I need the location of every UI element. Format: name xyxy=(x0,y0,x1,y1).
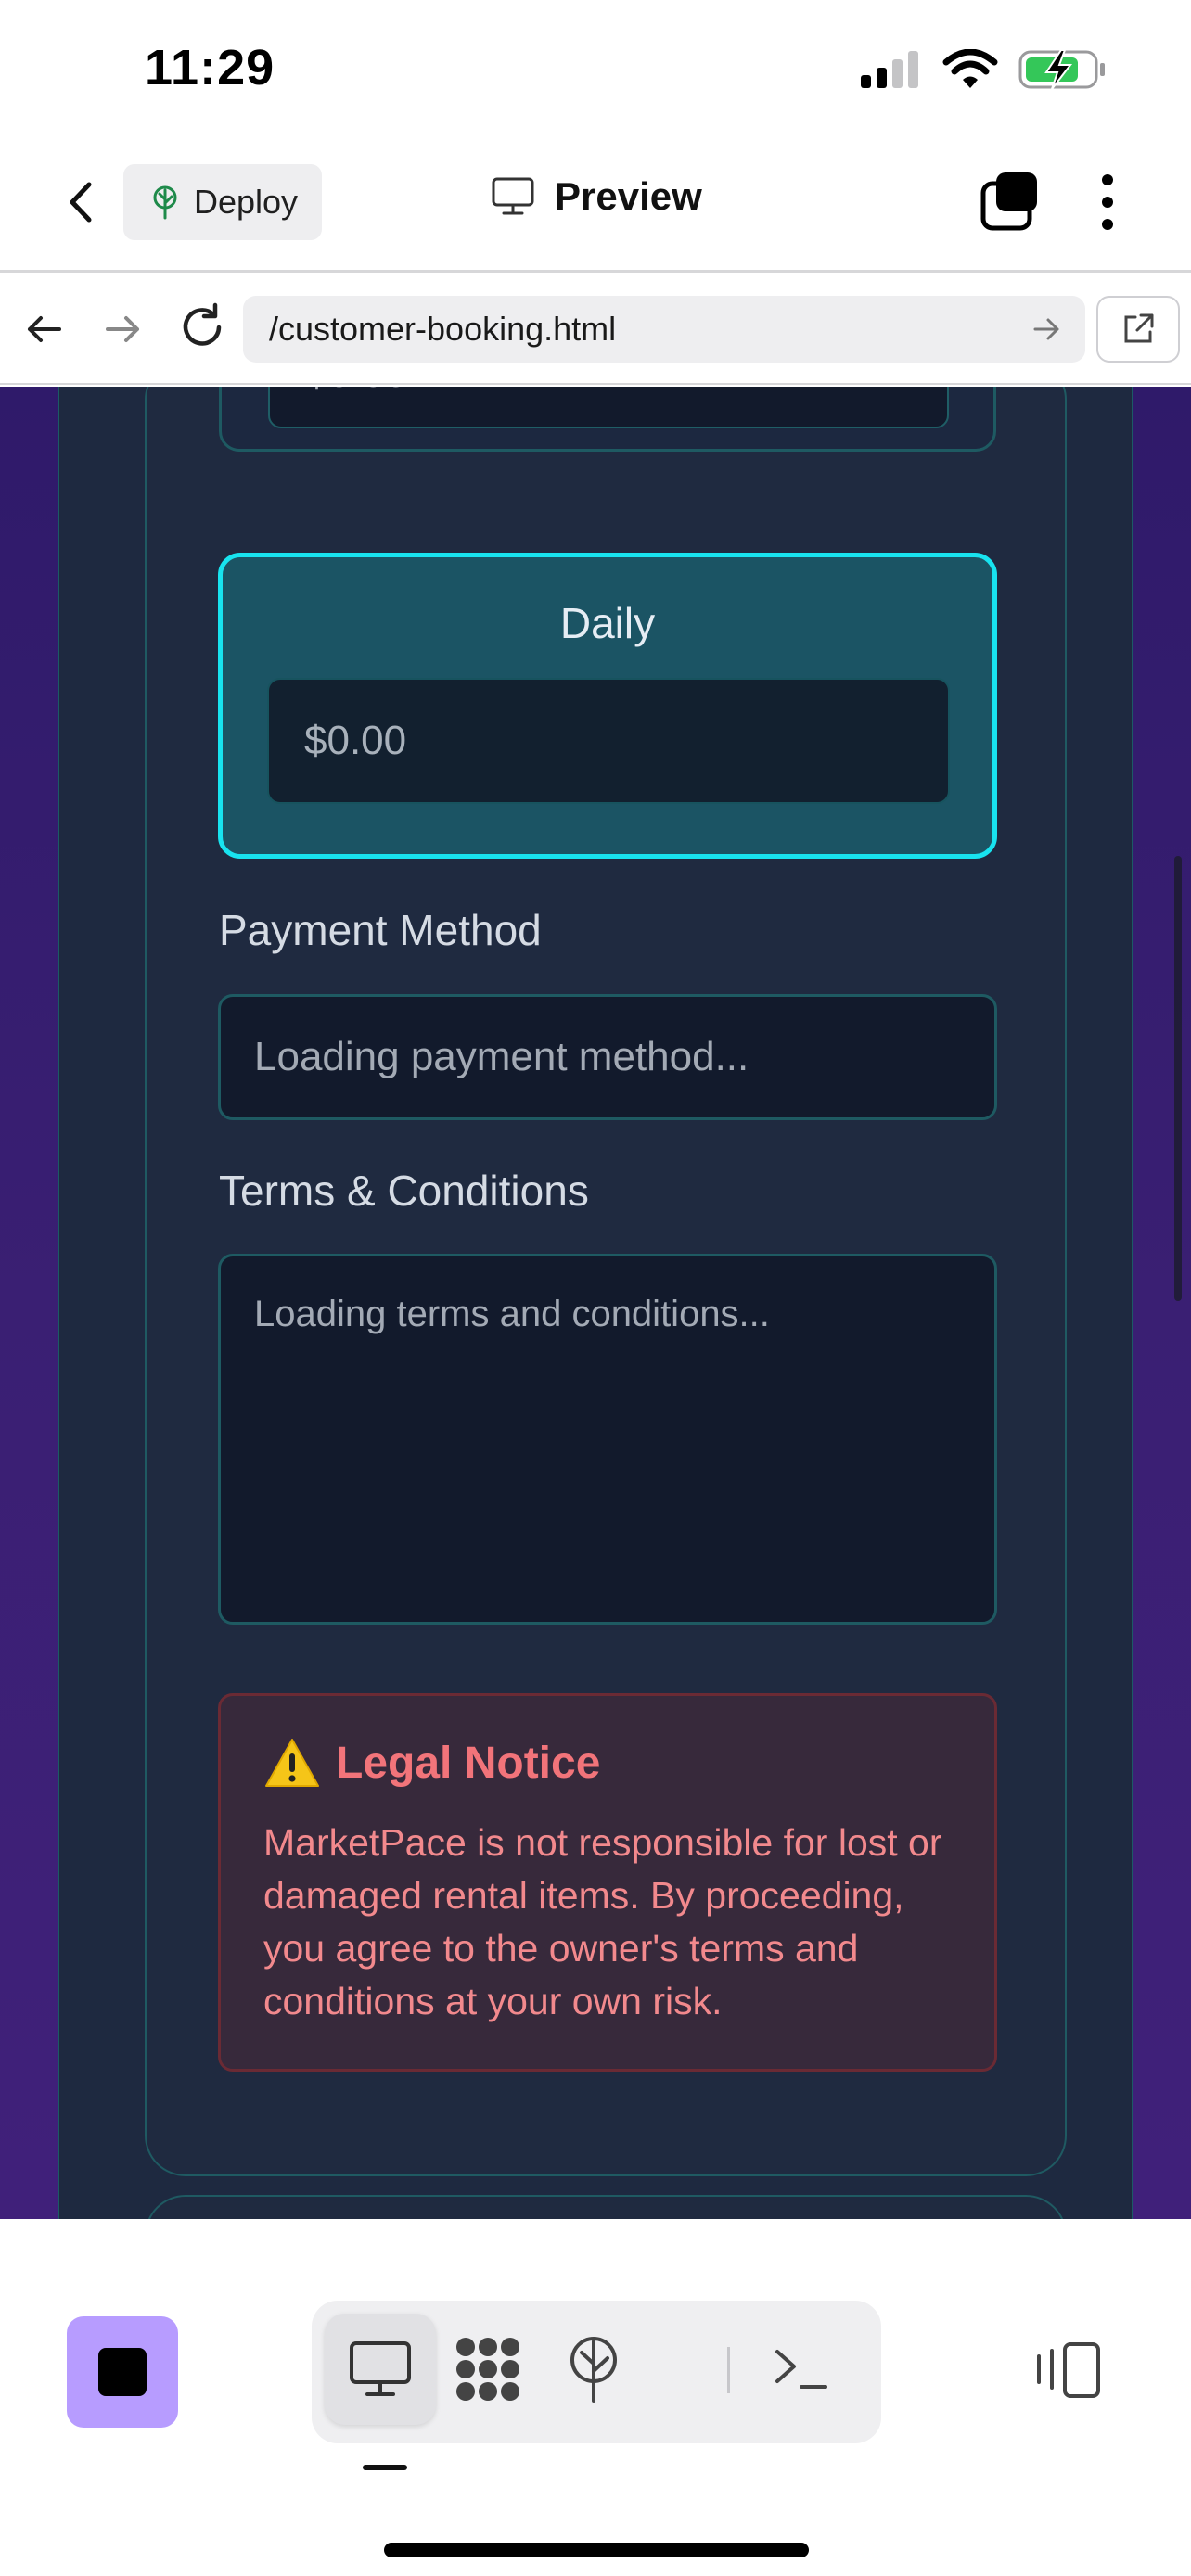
monitor-icon xyxy=(492,177,534,215)
preview-title: Preview xyxy=(492,174,702,219)
deploy-tab[interactable] xyxy=(538,2314,649,2425)
stop-button[interactable] xyxy=(67,2316,178,2428)
toolbar-divider xyxy=(727,2347,730,2393)
url-text: /customer-booking.html xyxy=(269,310,617,348)
terminal-icon xyxy=(775,2350,827,2389)
status-time: 11:29 xyxy=(145,40,275,96)
rate-price-input[interactable]: $0.00 xyxy=(268,387,949,428)
grid-tab[interactable] xyxy=(432,2314,544,2425)
payment-method-value: Loading payment method... xyxy=(254,1034,749,1079)
web-viewport: $0.00 Daily $0.00 Payment Method Loading… xyxy=(0,387,1191,2219)
deploy-button[interactable]: Deploy xyxy=(123,164,322,240)
battery-charging-icon xyxy=(1018,49,1105,90)
tabs-icon[interactable] xyxy=(980,171,1041,232)
payment-method-label: Payment Method xyxy=(219,906,542,954)
scrollbar-thumb[interactable] xyxy=(1174,856,1182,1301)
legal-notice-title: Legal Notice xyxy=(336,1738,601,1788)
go-arrow-icon[interactable] xyxy=(1028,311,1065,348)
status-icons xyxy=(861,46,1108,93)
open-external-button[interactable] xyxy=(1096,296,1180,363)
daily-price-value: $0.00 xyxy=(304,718,407,763)
rate-option-card[interactable]: $0.00 xyxy=(219,387,996,452)
app-header: Deploy Preview xyxy=(0,139,1191,273)
grid-dots-icon xyxy=(456,2338,519,2401)
layout-toggle-button[interactable] xyxy=(1035,2330,1104,2410)
deploy-icon xyxy=(570,2337,617,2403)
reload-icon[interactable] xyxy=(174,300,230,355)
desktop-icon xyxy=(350,2341,411,2396)
arrow-right-icon[interactable] xyxy=(96,303,148,355)
url-bar: /customer-booking.html xyxy=(0,275,1191,385)
deploy-label: Deploy xyxy=(194,183,299,221)
back-chevron-icon xyxy=(70,182,92,223)
terms-textarea[interactable]: Loading terms and conditions... xyxy=(218,1254,997,1625)
deploy-tree-icon xyxy=(153,185,177,220)
daily-rate-card[interactable]: Daily $0.00 xyxy=(218,553,997,859)
next-section-card xyxy=(145,2195,1067,2219)
view-switcher xyxy=(312,2301,881,2443)
stop-icon xyxy=(98,2348,147,2396)
open-external-icon xyxy=(1124,313,1154,343)
wifi-icon xyxy=(942,49,998,88)
url-field[interactable]: /customer-booking.html xyxy=(243,296,1085,363)
warning-icon xyxy=(265,1739,319,1787)
desktop-tab[interactable] xyxy=(325,2314,436,2425)
booking-section-card: $0.00 Daily $0.00 Payment Method Loading… xyxy=(145,387,1067,2176)
daily-price-input[interactable]: $0.00 xyxy=(267,678,950,804)
daily-rate-title: Daily xyxy=(559,599,656,647)
legal-notice-header: Legal Notice xyxy=(263,1737,600,1789)
legal-notice-body: MarketPace is not responsible for lost o… xyxy=(263,1821,942,2022)
more-vertical-icon[interactable] xyxy=(1091,172,1124,232)
terminal-tab[interactable] xyxy=(746,2314,857,2425)
bottom-toolbar xyxy=(0,2258,1191,2576)
home-indicator xyxy=(384,2543,809,2557)
legal-notice-card: Legal Notice MarketPace is not responsib… xyxy=(218,1693,997,2072)
active-tab-indicator xyxy=(363,2465,407,2470)
arrow-left-icon[interactable] xyxy=(19,303,70,355)
back-button[interactable] xyxy=(52,174,108,230)
status-bar: 11:29 xyxy=(0,0,1191,139)
payment-method-field[interactable]: Loading payment method... xyxy=(218,994,997,1120)
terms-label: Terms & Conditions xyxy=(219,1167,589,1215)
layout-toggle-icon xyxy=(1037,2342,1100,2398)
terms-value: Loading terms and conditions... xyxy=(254,1294,770,1334)
cellular-signal-icon xyxy=(861,51,918,88)
rate-price-value: $0.00 xyxy=(305,387,407,397)
page-container: $0.00 Daily $0.00 Payment Method Loading… xyxy=(58,387,1133,2219)
preview-label: Preview xyxy=(555,174,702,218)
